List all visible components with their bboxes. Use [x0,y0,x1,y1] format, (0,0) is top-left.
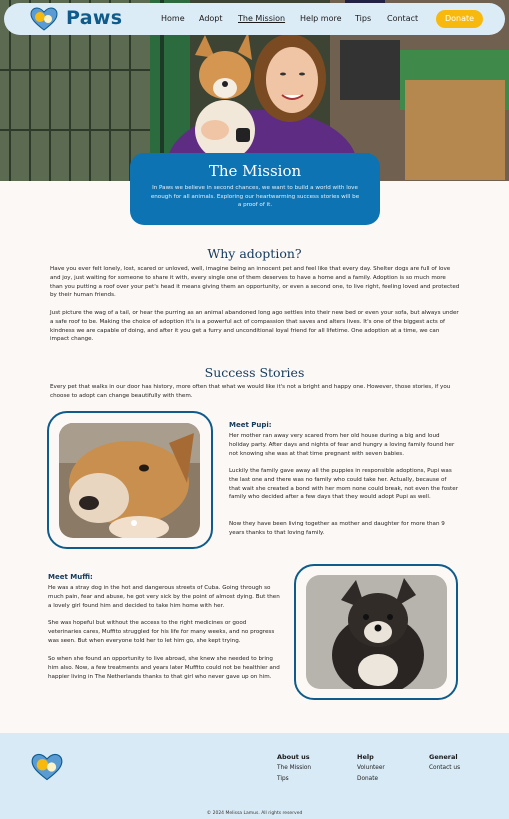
pupi-heading: Meet Pupi: [229,421,272,429]
nav-home[interactable]: Home [161,14,185,23]
muffi-paragraph-1: He was a stray dog in the hot and danger… [48,585,280,609]
footer-about-heading: About us [277,753,310,761]
success-stories-heading: Success Stories [204,365,305,380]
copyright: © 2024 Melissa Lamus. All rights reserve… [206,811,303,816]
donate-button[interactable]: Donate [436,10,483,28]
muffi-photo-frame [294,564,458,700]
pupi-paragraph-1: Her mother ran away very scared from her… [229,433,455,457]
nav-adopt[interactable]: Adopt [199,14,223,23]
footer-help-heading: Help [357,753,374,761]
pupi-photo-frame [47,411,213,549]
mission-subtitle: In Paws we believe in second chances, we… [150,185,360,208]
footer-general-heading: General [429,753,458,761]
footer-link-donate[interactable]: Donate [357,776,378,782]
muffi-paragraph-2: She was hopeful but without the access t… [48,620,275,644]
pupi-paragraph-3: Now they have been living together as mo… [229,521,445,536]
nav-tips[interactable]: Tips [355,14,371,23]
brand-name[interactable]: Paws [66,7,122,29]
footer-link-volunteer[interactable]: Volunteer [357,765,385,771]
nav-help-more[interactable]: Help more [300,14,342,23]
muffi-heading: Meet Muffi: [48,573,93,581]
muffi-paragraph-3: So when she found an opportunity to live… [48,656,280,680]
nav-the-mission[interactable]: The Mission [238,14,285,23]
why-adoption-heading: Why adoption? [207,246,302,261]
mission-banner: The Mission In Paws we believe in second… [130,153,380,225]
why-adoption-paragraph-1: Have you ever felt lonely, lost, scared … [50,266,460,299]
muffi-photo [306,575,447,689]
footer-link-the-mission[interactable]: The Mission [277,765,311,771]
nav-contact[interactable]: Contact [387,14,418,23]
pupi-paragraph-2: Luckily the family gave away all the pup… [229,468,458,501]
footer-logo-icon[interactable] [31,753,63,781]
mission-title: The Mission [208,162,302,180]
footer: About us The Mission Tips Help Volunteer… [0,733,509,819]
footer-link-contact-us[interactable]: Contact us [429,765,460,771]
footer-link-tips[interactable]: Tips [277,776,289,782]
top-navigation: Paws Home Adopt The Mission Help more Ti… [4,3,505,35]
success-stories-intro: Every pet that walks in our door has his… [50,384,451,399]
dog-cat-heart-logo-icon[interactable] [30,7,58,31]
why-adoption-paragraph-2: Just picture the wag of a tail, or hear … [50,310,459,343]
pupi-photo [59,423,200,538]
